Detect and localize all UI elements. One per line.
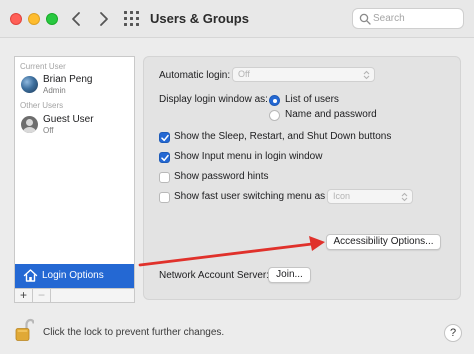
sidebar-item-login-options[interactable]: Login Options bbox=[15, 264, 134, 288]
avatar bbox=[21, 76, 38, 93]
sidebar-footer: + − bbox=[14, 289, 135, 303]
network-account-server-label: Network Account Server: bbox=[159, 270, 270, 281]
checkbox-fast-user-switching-label: Show fast user switching menu as bbox=[174, 191, 326, 202]
current-user-section-label: Current User bbox=[20, 62, 66, 71]
close-window-button[interactable] bbox=[10, 13, 22, 25]
grid-dot-icon bbox=[136, 11, 139, 14]
checkbox-show-input-menu[interactable] bbox=[159, 152, 170, 163]
radio-list-of-users-label: List of users bbox=[285, 94, 339, 105]
user-role: Off bbox=[43, 126, 54, 135]
login-options-label: Login Options bbox=[42, 270, 104, 281]
fast-switching-style-select[interactable]: Icon bbox=[327, 189, 413, 204]
forward-button[interactable] bbox=[94, 9, 112, 29]
accessibility-options-button[interactable]: Accessibility Options... bbox=[326, 234, 441, 250]
radio-name-and-password[interactable] bbox=[269, 110, 280, 121]
window-title: Users & Groups bbox=[150, 11, 249, 26]
grid-dot-icon bbox=[130, 17, 133, 20]
search-field[interactable] bbox=[352, 8, 464, 29]
chevron-updown-icon bbox=[363, 70, 370, 80]
user-name: Brian Peng bbox=[43, 74, 93, 85]
automatic-login-select[interactable]: Off bbox=[232, 67, 375, 82]
search-icon bbox=[359, 13, 371, 25]
grid-dot-icon bbox=[130, 23, 133, 26]
checkmark-icon bbox=[161, 134, 169, 142]
checkbox-show-sleep-restart-label: Show the Sleep, Restart, and Shut Down b… bbox=[174, 131, 392, 142]
add-user-button[interactable]: + bbox=[15, 289, 33, 302]
sidebar-item-brian-peng[interactable]: Brian Peng Admin bbox=[15, 73, 134, 97]
grid-dot-icon bbox=[124, 23, 127, 26]
search-input[interactable] bbox=[373, 11, 459, 26]
title-bar: Users & Groups bbox=[0, 0, 474, 38]
join-button[interactable]: Join... bbox=[268, 267, 311, 283]
chevron-right-icon bbox=[100, 12, 108, 26]
login-options-panel: Automatic login: Off Display login windo… bbox=[143, 56, 461, 300]
minimize-window-button[interactable] bbox=[28, 13, 40, 25]
radio-name-and-password-label: Name and password bbox=[285, 109, 377, 120]
radio-list-of-users[interactable] bbox=[269, 95, 280, 106]
users-sidebar: Current User Brian Peng Admin Other User… bbox=[14, 56, 135, 289]
other-users-section-label: Other Users bbox=[20, 101, 64, 110]
help-button[interactable]: ? bbox=[444, 324, 462, 342]
checkmark-icon bbox=[161, 154, 169, 162]
house-icon bbox=[23, 269, 38, 282]
checkbox-show-input-menu-label: Show Input menu in login window bbox=[174, 151, 323, 162]
display-login-window-label: Display login window as: bbox=[159, 94, 268, 105]
back-button[interactable] bbox=[68, 9, 86, 29]
sidebar-item-guest-user[interactable]: Guest User Off bbox=[15, 113, 134, 137]
automatic-login-value: Off bbox=[238, 69, 250, 79]
automatic-login-label: Automatic login: bbox=[159, 70, 231, 81]
lock-icon[interactable] bbox=[14, 318, 34, 342]
grid-dot-icon bbox=[136, 23, 139, 26]
fast-switching-style-value: Icon bbox=[333, 191, 351, 201]
grid-dot-icon bbox=[124, 11, 127, 14]
checkbox-show-password-hints[interactable] bbox=[159, 172, 170, 183]
user-role: Admin bbox=[43, 86, 66, 95]
chevron-updown-icon bbox=[401, 192, 408, 202]
grid-dot-icon bbox=[136, 17, 139, 20]
user-name: Guest User bbox=[43, 114, 94, 125]
remove-user-button[interactable]: − bbox=[33, 289, 51, 302]
grid-dot-icon bbox=[124, 17, 127, 20]
lock-status-text: Click the lock to prevent further change… bbox=[43, 327, 225, 338]
zoom-window-button[interactable] bbox=[46, 13, 58, 25]
chevron-left-icon bbox=[72, 12, 80, 26]
checkbox-fast-user-switching[interactable] bbox=[159, 192, 170, 203]
person-silhouette-icon bbox=[21, 116, 38, 133]
grid-dot-icon bbox=[130, 11, 133, 14]
users-groups-window: Users & Groups Current User Brian Peng A… bbox=[0, 0, 474, 354]
checkbox-show-password-hints-label: Show password hints bbox=[174, 171, 269, 182]
checkbox-show-sleep-restart[interactable] bbox=[159, 132, 170, 143]
show-all-grid-button[interactable] bbox=[124, 11, 140, 27]
